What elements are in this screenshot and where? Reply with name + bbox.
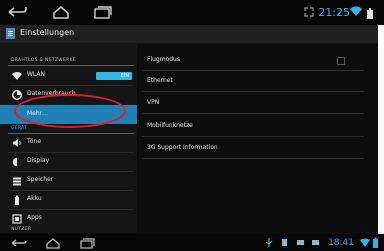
battery-icon — [367, 8, 373, 19]
sidebar-item-wlan[interactable]: WLAN EIN — [0, 67, 137, 85]
sidebar-item-apps[interactable]: Apps — [0, 210, 137, 228]
divider — [142, 70, 364, 71]
sidebar-item-label: Display — [27, 157, 50, 164]
sidebar-item-battery[interactable]: Akku — [0, 191, 137, 209]
settings-item-3g-support[interactable]: 3G Support Information — [147, 144, 218, 151]
sidebar-item-storage[interactable]: Speicher — [0, 172, 137, 190]
sidebar-item-label: Töne — [27, 138, 42, 145]
sidebar-item-label: WLAN — [27, 71, 46, 78]
divider — [142, 158, 364, 159]
settings-item-label: Flugmodus — [147, 56, 180, 63]
back-icon[interactable] — [6, 4, 28, 20]
sidebar-item-label: Apps — [27, 214, 42, 221]
settings-item-mobile-networks[interactable]: Mobilfunknetze — [147, 122, 193, 129]
brightness-icon — [12, 157, 22, 167]
sidebar-item-label: Speicher — [27, 176, 54, 183]
status-clock: 21:25 — [318, 6, 350, 19]
fullscreen-icon[interactable] — [304, 7, 314, 17]
section-header-device: GERÄT — [11, 126, 28, 131]
divider — [142, 113, 364, 114]
battery-icon — [15, 195, 19, 205]
recent-apps-icon[interactable] — [78, 237, 96, 249]
screen: 21:25 Einstellungen DRAHTLOS & NETZWERKE… — [0, 0, 384, 251]
speaker-icon — [13, 139, 21, 147]
section-divider — [8, 65, 134, 66]
apps-icon — [12, 214, 22, 224]
storage-icon — [13, 177, 21, 186]
sidebar-item-display[interactable]: Display — [0, 153, 137, 171]
battery-icon — [373, 237, 378, 248]
wifi-icon — [350, 6, 362, 16]
data-usage-icon — [12, 90, 22, 100]
sidebar-item-sounds[interactable]: Töne — [0, 134, 137, 152]
more-settings-panel: Flugmodus Ethernet VPN Mobilfunknetze 3G… — [138, 44, 378, 233]
action-bar: Einstellungen — [0, 25, 384, 44]
section-header-user: NUTZER — [11, 227, 32, 232]
page-title: Einstellungen — [20, 28, 75, 37]
divider — [142, 91, 364, 92]
page-margin — [378, 25, 384, 237]
settings-app-icon[interactable] — [6, 28, 15, 39]
recent-apps-icon[interactable] — [92, 4, 114, 20]
wlan-toggle[interactable]: EIN — [96, 72, 132, 80]
notification-icons — [282, 239, 319, 246]
settings-item-vpn[interactable]: VPN — [147, 99, 159, 106]
divider — [142, 136, 364, 137]
highlight-annotation — [14, 94, 126, 128]
airplane-mode-checkbox[interactable] — [337, 57, 345, 65]
settings-categories: DRAHTLOS & NETZWERKE WLAN EIN Datenverbr… — [0, 44, 137, 233]
navigation-bar: 18:41 — [0, 234, 384, 251]
settings-item-ethernet[interactable]: Ethernet — [147, 77, 173, 84]
nav-clock: 18:41 — [328, 238, 354, 248]
wifi-icon — [360, 238, 370, 247]
section-header-wireless: DRAHTLOS & NETZWERKE — [11, 58, 76, 63]
back-icon[interactable] — [10, 237, 28, 249]
usb-icon — [265, 238, 273, 247]
sidebar-item-label: Akku — [27, 195, 42, 202]
home-icon[interactable] — [50, 4, 72, 20]
system-bar: 21:25 — [0, 0, 384, 25]
wifi-icon — [12, 72, 22, 80]
toggle-label: EIN — [120, 73, 129, 79]
home-icon[interactable] — [44, 237, 62, 249]
